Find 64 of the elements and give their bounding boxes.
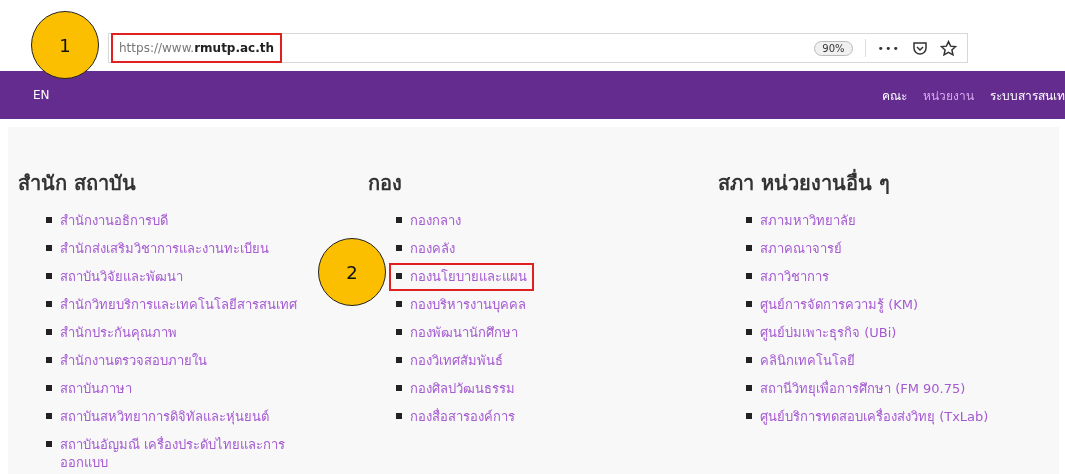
bullet-icon [746,301,752,307]
bullet-icon [746,385,752,391]
list-link[interactable]: ศูนย์บ่มเพาะธุรกิจ (UBi) [739,319,904,347]
section-heading: กอง [368,170,403,197]
list-link[interactable]: สภาคณาจารย์ [739,235,849,263]
bullet-icon [396,329,402,335]
section-heading: สำนัก สถาบัน [18,170,137,197]
star-icon[interactable] [940,39,957,57]
bullet-icon [46,385,52,391]
list-link[interactable]: กองคลัง [389,235,462,263]
list-link[interactable]: สถาบันภาษา [39,375,139,403]
bullet-icon [396,413,402,419]
bullet-icon [746,329,752,335]
bullet-icon [396,357,402,363]
list-link[interactable]: กองวิเทศสัมพันธ์ [389,347,510,375]
list-link[interactable]: ศูนย์บริการทดสอบเครื่องส่งวิทยุ (TxLab) [739,403,996,431]
list-link[interactable]: สถานีวิทยุเพื่อการศึกษา (FM 90.75) [739,375,973,403]
url-text[interactable]: https://www.rmutp.ac.th [111,33,283,63]
list-link[interactable]: สภาวิชาการ [739,263,836,291]
list-link[interactable]: สถาบันวิจัยและพัฒนา [39,263,190,291]
bullet-icon [746,357,752,363]
bullet-icon [746,273,752,279]
bullet-icon [746,245,752,251]
list-link[interactable]: สำนักประกันคุณภาพ [39,319,184,347]
list-link[interactable]: กองสื่อสารองค์การ [389,403,522,431]
bullet-icon [746,413,752,419]
bullet-icon [46,413,52,419]
nav-link[interactable]: หน่วยงาน [923,85,974,105]
list-link[interactable]: สำนักงานอธิการบดี [39,207,175,235]
highlighted-link[interactable]: กองนโยบายและแผน [389,263,534,291]
bullet-icon [46,441,52,447]
list-link[interactable]: กองพัฒนานักศึกษา [389,319,525,347]
bullet-icon [46,217,52,223]
list-link[interactable]: กองกลาง [389,207,468,235]
bullet-icon [396,245,402,251]
list-link[interactable]: ศูนย์การจัดการความรู้ (KM) [739,291,926,319]
bullet-icon [46,329,52,335]
list-link[interactable]: กองบริหารงานบุคคล [389,291,533,319]
list-link[interactable]: สภามหาวิทยาลัย [739,207,863,235]
list-link[interactable]: กองศิลปวัฒนธรรม [389,375,522,403]
bullet-icon [746,217,752,223]
list-link[interactable]: คลินิกเทคโนโลยี [739,347,862,375]
bullet-icon [46,245,52,251]
bullet-icon [46,357,52,363]
nav-link[interactable]: ระบบสารสนเท [990,85,1065,105]
bullet-icon [46,301,52,307]
zoom-level[interactable]: 90% [814,40,853,56]
list-link[interactable]: สำนักงานตรวจสอบภายใน [39,347,214,375]
list-link[interactable]: สถาบันสหวิทยาการดิจิทัลและหุ่นยนต์ [39,403,276,431]
more-menu[interactable]: ••• [877,41,900,55]
bullet-icon [396,301,402,307]
list-link[interactable]: สำนักวิทยบริการและเทคโนโลยีสารสนเทศ [39,291,304,319]
nav-link[interactable]: คณะ [882,85,907,105]
pocket-icon[interactable] [912,40,928,56]
bullet-icon [396,217,402,223]
language-link[interactable]: EN [33,88,50,102]
callout-badge: 1 [31,11,99,79]
list-link[interactable]: สำนักส่งเสริมวิชาการและงานทะเบียน [39,235,276,263]
section-heading: สภา หน่วยงานอื่น ๆ [718,168,891,197]
bullet-icon [396,385,402,391]
list-link[interactable]: สถาบันอัญมณี เครื่องประดับไทยและการออกแบบ [39,431,337,474]
bullet-icon [46,273,52,279]
callout-badge: 2 [318,238,386,306]
bullet-icon [396,273,402,279]
